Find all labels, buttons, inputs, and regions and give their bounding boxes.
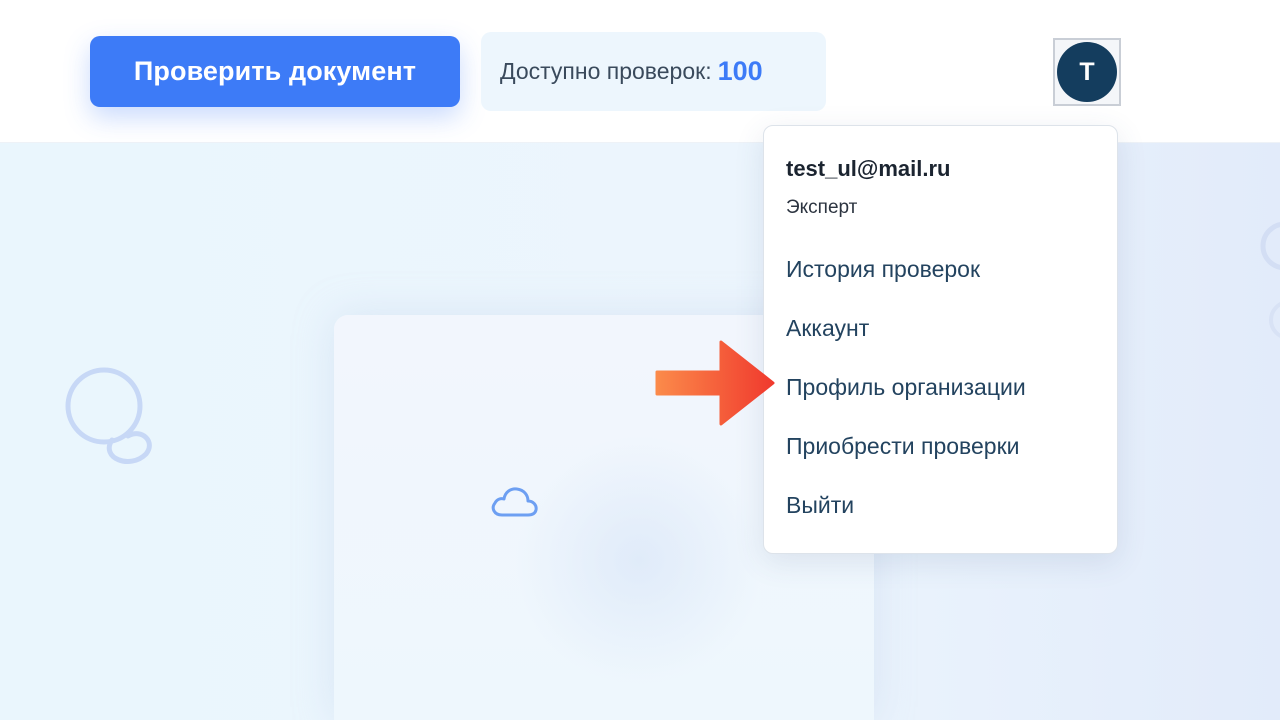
cloud-icon (491, 487, 538, 517)
menu-item-account[interactable]: Аккаунт (786, 315, 869, 342)
user-email: test_ul@mail.ru (786, 156, 951, 181)
available-checks-label: Доступно проверок: (500, 58, 712, 84)
menu-item-organization-profile[interactable]: Профиль организации (786, 374, 1026, 401)
top-header: Проверить документ Доступно проверок: 10… (0, 0, 1280, 143)
user-role: Эксперт (786, 197, 858, 218)
check-document-button[interactable]: Проверить документ (90, 36, 460, 107)
available-checks-count: 100 (717, 56, 763, 86)
annotation-arrow-right-icon (655, 340, 775, 426)
menu-item-logout[interactable]: Выйти (786, 492, 854, 519)
user-avatar: T (1057, 42, 1117, 102)
user-menu-dropdown: test_ul@mail.ru Эксперт История проверок… (763, 125, 1118, 554)
menu-item-check-history[interactable]: История проверок (786, 256, 980, 283)
user-avatar-button[interactable]: T (1053, 38, 1121, 106)
menu-item-buy-checks[interactable]: Приобрести проверки (786, 433, 1019, 460)
decorative-ring-icon (1260, 222, 1280, 338)
available-checks-badge: Доступно проверок: 100 (481, 32, 826, 111)
card-glow (514, 435, 764, 685)
decorative-swirl-icon (65, 367, 152, 464)
